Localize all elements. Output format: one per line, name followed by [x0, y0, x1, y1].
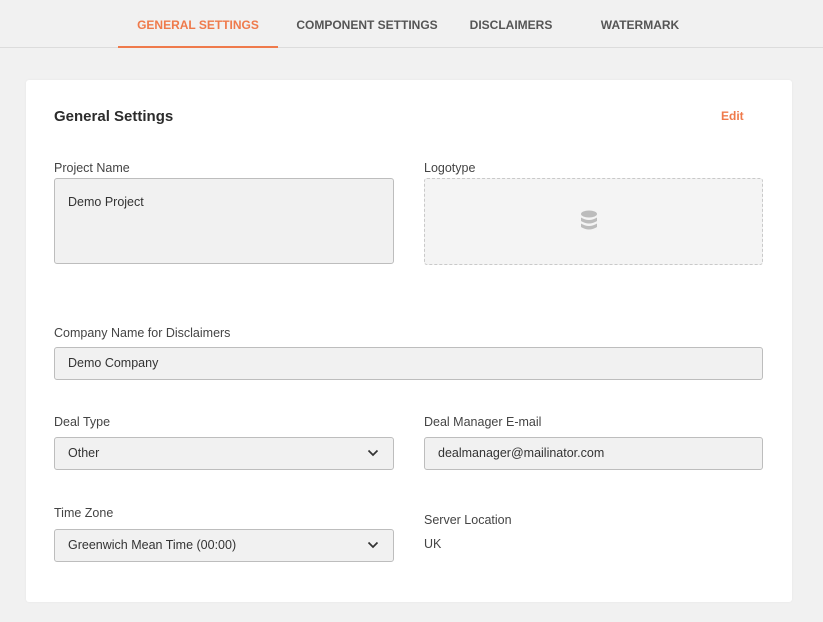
general-settings-card: General Settings Edit Project Name Demo …: [26, 80, 792, 602]
edit-button[interactable]: Edit: [721, 109, 744, 123]
deal-type-value: Other: [68, 446, 100, 460]
card-title: General Settings: [54, 108, 174, 125]
tab-general-settings[interactable]: GENERAL SETTINGS: [118, 0, 278, 48]
tab-disclaimers[interactable]: DISCLAIMERS: [458, 0, 564, 48]
tab-component-settings[interactable]: COMPONENT SETTINGS: [292, 0, 442, 48]
deal-type-select[interactable]: Other: [54, 437, 394, 470]
project-name-input[interactable]: Demo Project: [54, 178, 394, 264]
logotype-label: Logotype: [424, 161, 476, 175]
deal-manager-email-value: dealmanager@mailinator.com: [438, 446, 605, 460]
logotype-upload-area[interactable]: [424, 178, 763, 265]
company-name-value: Demo Company: [68, 356, 159, 370]
project-name-value: Demo Project: [68, 195, 144, 209]
database-icon: [581, 210, 597, 230]
server-location-value: UK: [424, 537, 442, 551]
server-location-label: Server Location: [424, 513, 512, 527]
project-name-label: Project Name: [54, 161, 130, 175]
tab-watermark[interactable]: WATERMARK: [590, 0, 690, 48]
deal-manager-email-label: Deal Manager E-mail: [424, 415, 542, 429]
deal-type-label: Deal Type: [54, 415, 111, 429]
chevron-down-icon: [367, 541, 379, 549]
time-zone-label: Time Zone: [54, 506, 114, 520]
deal-manager-email-input[interactable]: dealmanager@mailinator.com: [424, 437, 763, 470]
time-zone-select[interactable]: Greenwich Mean Time (00:00): [54, 529, 394, 562]
company-name-input[interactable]: Demo Company: [54, 347, 763, 380]
settings-tab-bar: GENERAL SETTINGS COMPONENT SETTINGS DISC…: [0, 0, 823, 48]
chevron-down-icon: [367, 449, 379, 457]
time-zone-value: Greenwich Mean Time (00:00): [68, 538, 237, 552]
company-name-label: Company Name for Disclaimers: [54, 326, 231, 340]
